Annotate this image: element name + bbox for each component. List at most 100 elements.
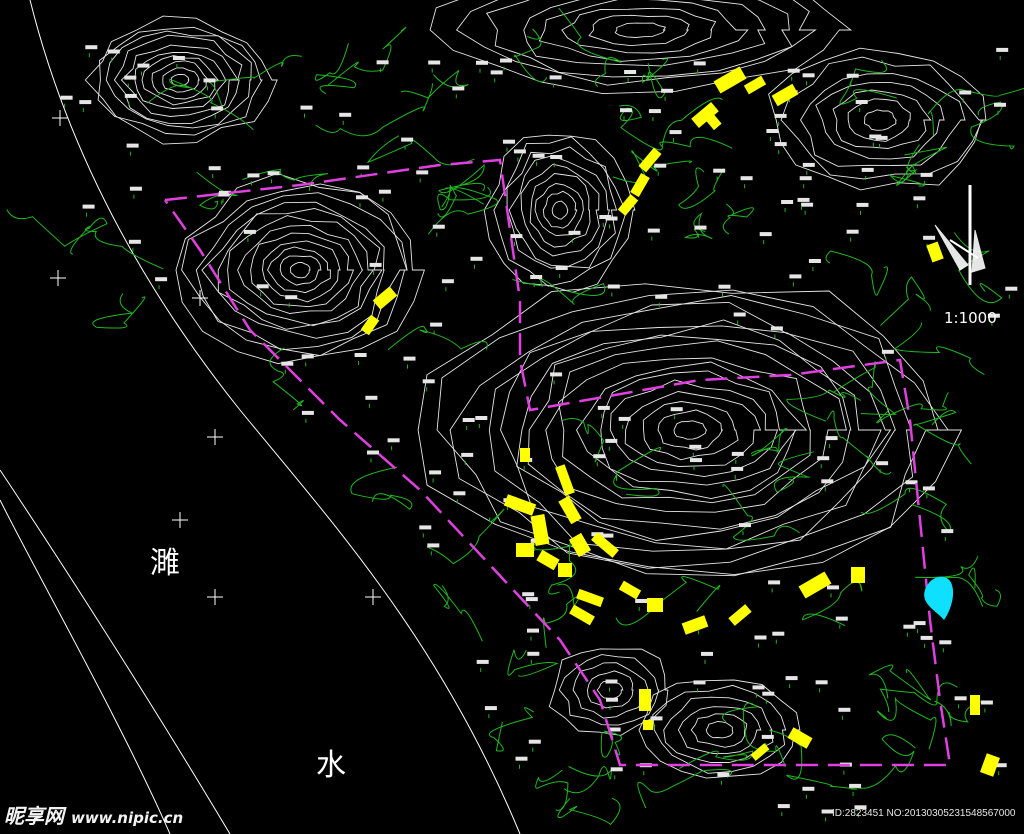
elevation-label [401, 137, 414, 142]
contour-line [657, 409, 724, 451]
elevation-label [599, 215, 612, 219]
elevation-label [731, 451, 744, 456]
elevation-label [107, 49, 120, 54]
building [681, 615, 709, 635]
elevation-label [527, 628, 539, 633]
vegetation-boundary [888, 146, 948, 187]
building [516, 543, 534, 557]
vegetation-boundary [400, 70, 469, 99]
vegetation-boundary [70, 225, 164, 270]
vegetation-boundary [678, 167, 725, 209]
elevation-label [846, 229, 859, 234]
elevation-label [513, 149, 526, 154]
building [980, 753, 1000, 777]
elevation-label [281, 361, 294, 366]
vegetation-boundary [613, 447, 662, 497]
elevation-label [754, 635, 767, 640]
elevation-label [733, 312, 746, 317]
elevation-label [300, 105, 313, 110]
elevation-label [650, 716, 663, 721]
elevation-label [731, 466, 744, 471]
elevation-label [606, 697, 618, 702]
elevation-label [126, 143, 139, 148]
elevation-label [789, 274, 802, 279]
elevation-label [903, 624, 916, 629]
site-boundary [163, 158, 952, 767]
contour-line [642, 401, 739, 461]
elevation-label [787, 68, 800, 73]
building [520, 448, 530, 462]
elevation-label [922, 486, 935, 491]
vegetation-boundary [315, 83, 433, 137]
watermark: 昵享网 www.nipic.cn [4, 800, 183, 829]
elevation-label [669, 130, 682, 135]
contour-line [673, 420, 708, 440]
elevation-label [766, 129, 779, 133]
elevation-label [217, 192, 230, 197]
elevation-label [762, 691, 775, 696]
elevation-label [693, 61, 706, 66]
elevation-label [821, 479, 834, 484]
elevation-label [869, 134, 882, 139]
elevation-label [129, 186, 142, 191]
elevation-label [881, 349, 894, 354]
contour-line [863, 109, 898, 131]
building [647, 598, 663, 612]
building [558, 563, 572, 577]
elevation-label [211, 106, 224, 111]
map-canvas [0, 0, 1024, 834]
elevation-label [661, 88, 674, 93]
vegetation-boundary [773, 451, 815, 493]
vegetation-boundary [868, 664, 932, 701]
vegetation-boundary [557, 797, 621, 826]
building [618, 580, 642, 600]
elevation-label [356, 195, 368, 200]
elevation-label [427, 543, 440, 548]
elevation-label [378, 189, 391, 194]
elevation-label [802, 786, 815, 791]
elevation-label [774, 113, 787, 118]
elevation-label [768, 580, 781, 585]
vegetation-boundary [786, 389, 862, 422]
river-bank-lines [0, 0, 521, 834]
elevation-label [527, 651, 540, 656]
elevation-label [208, 166, 221, 171]
elevation-label [285, 295, 298, 300]
elevation-label [761, 734, 774, 739]
image-id: ID:2823451 NO:20130305231548567000 [832, 808, 1016, 819]
elevation-label [568, 230, 581, 235]
elevation-label [432, 224, 445, 229]
elevation-label [647, 228, 660, 233]
scale-label: 1:1000 [944, 309, 997, 327]
elevation-label [876, 461, 889, 466]
building [798, 571, 832, 599]
elevation-label [522, 592, 535, 597]
elevation-label [301, 410, 314, 415]
elevation-label [1005, 286, 1018, 291]
contour-line [520, 163, 600, 257]
river-label-2: 水 [316, 748, 346, 783]
vegetation-boundary [970, 101, 1015, 150]
elevation-label [85, 45, 98, 50]
contour-line [217, 208, 383, 330]
elevation-label [718, 284, 731, 289]
contour-line [638, 679, 801, 779]
elevation-label [861, 167, 874, 172]
elevation-label [802, 73, 815, 78]
elevation-label [739, 523, 751, 528]
elevation-label [635, 599, 648, 603]
elevation-label [838, 707, 851, 712]
elevation-label [920, 635, 933, 640]
elevation-label [550, 372, 563, 377]
elevation-label [549, 75, 562, 80]
vegetation-boundary [860, 487, 952, 533]
contour-line [690, 713, 748, 748]
watermark-brand: 昵享网 [4, 804, 64, 828]
contour-line [588, 14, 690, 47]
elevation-label [815, 680, 828, 685]
vegetation-boundary [366, 135, 475, 166]
contour-line [572, 662, 649, 719]
elevation-label [137, 63, 150, 68]
elevation-label [701, 651, 713, 656]
contour-lines [84, 0, 987, 779]
